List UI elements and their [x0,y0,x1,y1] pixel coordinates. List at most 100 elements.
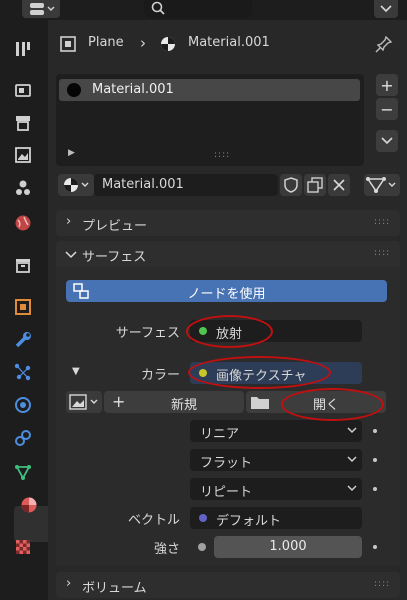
pin-icon[interactable] [374,34,394,54]
color-expand-icon[interactable]: ▼ [72,366,80,377]
view-layer-tab[interactable] [10,142,36,168]
constraints-icon [15,430,31,446]
list-item[interactable]: Material.001 [59,79,360,101]
extension-value: リピート [200,485,253,500]
browse-material-button[interactable] [58,174,94,196]
panel-drag-handle[interactable]: :::: [374,579,390,589]
object-data-icon [15,465,31,480]
breadcrumb-object: Plane [88,35,124,50]
keyframe-dot[interactable] [373,545,377,549]
interpolation-dropdown[interactable]: リニア [190,420,362,442]
chevron-down-icon [347,485,357,492]
output-icon [16,116,30,131]
editor-type-icon [30,3,55,15]
render-tab[interactable] [10,77,36,103]
view-layer-icon [15,147,31,163]
collection-tab[interactable] [10,252,36,278]
surface-panel-title: サーフェス [82,250,147,265]
search-field[interactable] [144,0,252,18]
object-type-icon [60,36,76,52]
node-tree-button[interactable] [364,174,400,196]
node-tree-icon [366,177,396,193]
panel-expand-icon [65,251,77,259]
object-tab[interactable] [10,294,36,320]
material-slot-color-icon [67,83,81,97]
folder-icon [251,397,269,409]
use-nodes-button[interactable]: ノードを使用 [66,280,387,302]
editor-type-button[interactable] [22,0,60,18]
search-icon [151,1,165,15]
constraints-tab[interactable] [10,425,36,451]
volume-panel-title: ボリューム [82,581,147,596]
modifier-tab[interactable] [10,327,36,353]
tool-icon [16,42,30,56]
object-data-tab[interactable] [10,459,36,485]
browse-image-button[interactable] [66,391,102,413]
chevron-down-icon [347,427,357,434]
preview-panel-title: プレビュー [82,219,148,234]
image-icon [69,394,98,410]
close-icon [333,179,345,191]
particles-icon [14,363,31,381]
particles-tab[interactable] [10,359,36,385]
material-icon [21,497,37,513]
projection-value: フラット [200,456,253,471]
surface-label: サーフェス [115,326,180,341]
open-image-button[interactable]: 開く [246,391,386,413]
duplicate-material-button[interactable] [304,174,326,196]
keyframe-dot[interactable] [373,429,377,433]
world-icon [15,215,31,231]
list-resize-handle[interactable]: :::: [214,150,230,160]
material-slot-list: Material.001 ▶ :::: [56,74,364,166]
interpolation-value: リニア [200,427,240,442]
copy-icon [307,177,323,193]
extension-dropdown[interactable]: リピート [190,478,362,500]
panel-drag-handle[interactable]: :::: [374,217,390,227]
add-slot-button[interactable]: + [376,74,398,96]
list-expand-icon[interactable]: ▶ [68,148,75,158]
strength-slider[interactable]: 1.000 [214,536,362,558]
texture-tab[interactable] [10,534,36,560]
surface-panel-header[interactable]: サーフェス :::: [56,241,400,267]
surface-shader-field[interactable]: 放射 [190,320,362,342]
new-image-label: 新規 [170,398,197,413]
material-browse-icon [64,178,89,192]
color-input-value: 画像テクスチャ [216,369,307,384]
chevron-down-icon [347,456,357,463]
tool-tab[interactable] [10,36,36,62]
preview-panel-header[interactable]: › プレビュー :::: [56,210,400,236]
scene-tab[interactable] [10,175,36,201]
volume-panel-header[interactable]: › ボリューム :::: [56,572,400,598]
material-tab[interactable] [16,492,42,518]
color-input-field[interactable]: 画像テクスチャ [190,362,362,384]
new-image-button[interactable]: + 新規 [104,391,244,413]
strength-label: 強さ [153,542,180,557]
physics-icon [15,397,31,413]
color-socket-icon [199,369,207,377]
color-label: カラー [140,368,180,383]
keyframe-dot[interactable] [373,458,377,462]
shader-socket-icon [199,327,207,335]
output-tab[interactable] [10,110,36,136]
remove-slot-button[interactable]: − [376,98,398,120]
surface-shader-value: 放射 [216,327,243,342]
physics-tab[interactable] [10,392,36,418]
vector-label: ベクトル [127,513,180,528]
unlink-material-button[interactable] [328,174,350,196]
slot-specials-button[interactable] [376,130,398,152]
projection-dropdown[interactable]: フラット [190,449,362,471]
collapse-button[interactable] [374,0,398,18]
use-nodes-label: ノードを使用 [187,287,266,302]
shield-icon [284,177,298,193]
breadcrumb-material: Material.001 [188,35,270,50]
top-header [0,0,407,20]
breadcrumb-material-icon [161,37,175,51]
keyframe-dot[interactable] [373,487,377,491]
world-tab[interactable] [10,210,36,236]
material-name-field[interactable]: Material.001 [94,174,278,196]
panel-drag-handle[interactable]: :::: [374,248,390,258]
fake-user-button[interactable] [280,174,302,196]
vector-input-field[interactable]: デフォルト [190,507,362,529]
material-slot-name: Material.001 [92,82,174,97]
chevron-down-icon [381,137,393,145]
